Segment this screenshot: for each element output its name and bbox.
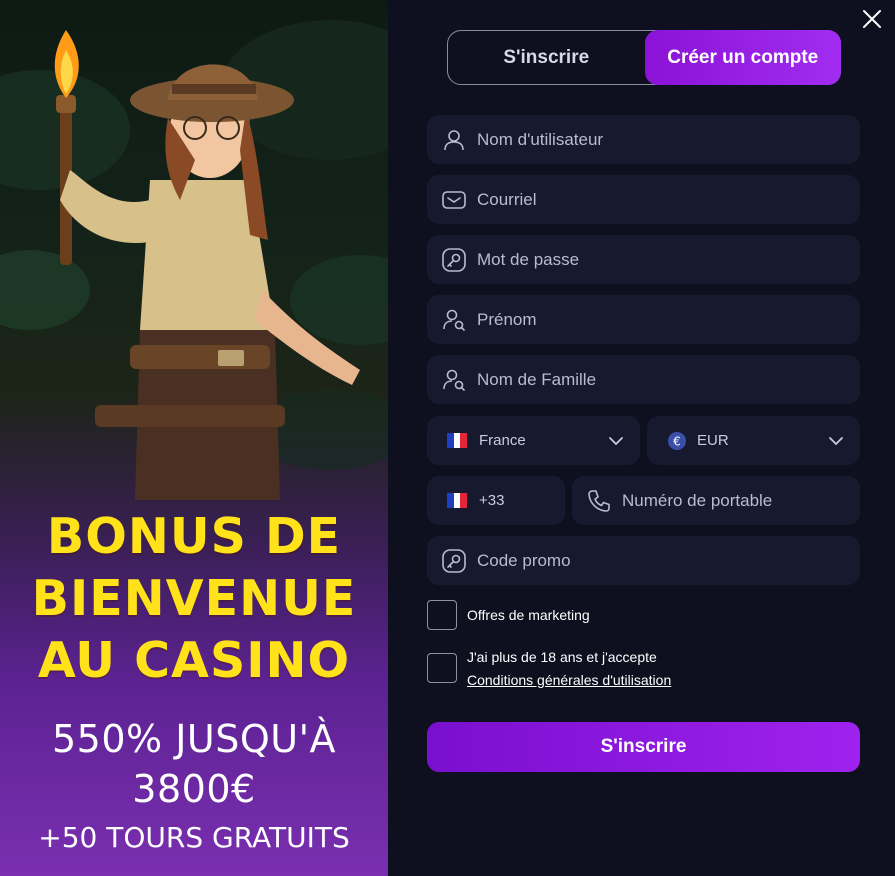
- tab-sign-in[interactable]: S'inscrire: [448, 31, 645, 84]
- email-field[interactable]: Courriel: [427, 175, 860, 224]
- france-flag-icon: [447, 433, 468, 448]
- phone-icon: [588, 489, 610, 512]
- bonus-headline: BONUS DE BIENVENUE AU CASINO: [31, 508, 357, 689]
- user-search-icon: [443, 369, 465, 391]
- terms-consent-row: J'ai plus de 18 ans et j'accepte Conditi…: [427, 646, 671, 692]
- currency-value: EUR: [697, 432, 729, 449]
- auth-tabs: S'inscrire Créer un compte: [447, 30, 841, 85]
- username-placeholder: Nom d'utilisateur: [477, 129, 604, 149]
- promo-banner: BONUS DE BIENVENUE AU CASINO 550% JUSQU'…: [0, 0, 388, 876]
- close-icon: [863, 10, 881, 28]
- terms-link[interactable]: Conditions générales d'utilisation: [467, 669, 671, 692]
- last-name-field[interactable]: Nom de Famille: [427, 355, 860, 404]
- password-placeholder: Mot de passe: [477, 249, 580, 269]
- marketing-label: Offres de marketing: [467, 606, 590, 623]
- user-search-icon: [443, 309, 465, 331]
- first-name-placeholder: Prénom: [477, 309, 537, 329]
- phone-code-select[interactable]: +33: [427, 476, 565, 525]
- euro-coin-icon: €: [668, 431, 686, 450]
- register-submit-button[interactable]: S'inscrire: [427, 722, 860, 772]
- free-spins-text: +50 TOURS GRATUITS: [38, 821, 350, 854]
- phone-code-value: +33: [479, 492, 505, 509]
- email-placeholder: Courriel: [477, 189, 537, 209]
- close-button[interactable]: [861, 8, 883, 30]
- tab-create-account[interactable]: Créer un compte: [644, 30, 841, 85]
- chevron-down-icon: [829, 437, 843, 446]
- user-icon: [444, 129, 464, 150]
- terms-checkbox[interactable]: [427, 653, 457, 683]
- username-field[interactable]: Nom d'utilisateur: [427, 115, 860, 164]
- first-name-field[interactable]: Prénom: [427, 295, 860, 344]
- phone-field[interactable]: Numéro de portable: [572, 476, 860, 525]
- mail-icon: [442, 190, 466, 209]
- bonus-amount: 550% JUSQU'À 3800€: [51, 717, 337, 811]
- chevron-down-icon: [609, 437, 623, 446]
- country-select[interactable]: France: [427, 416, 640, 465]
- key-icon: [442, 548, 466, 573]
- last-name-placeholder: Nom de Famille: [477, 369, 597, 389]
- france-flag-icon: [447, 493, 468, 508]
- country-value: France: [479, 432, 526, 449]
- terms-label: J'ai plus de 18 ans et j'accepte: [467, 649, 657, 665]
- currency-select[interactable]: € EUR: [647, 416, 860, 465]
- marketing-consent-row: Offres de marketing: [427, 600, 590, 630]
- promo-code-field[interactable]: Code promo: [427, 536, 860, 585]
- svg-text:€: €: [673, 434, 681, 448]
- password-field[interactable]: Mot de passe: [427, 235, 860, 284]
- marketing-checkbox[interactable]: [427, 600, 457, 630]
- phone-placeholder: Numéro de portable: [622, 490, 773, 510]
- promo-code-placeholder: Code promo: [477, 550, 571, 570]
- key-icon: [442, 247, 466, 272]
